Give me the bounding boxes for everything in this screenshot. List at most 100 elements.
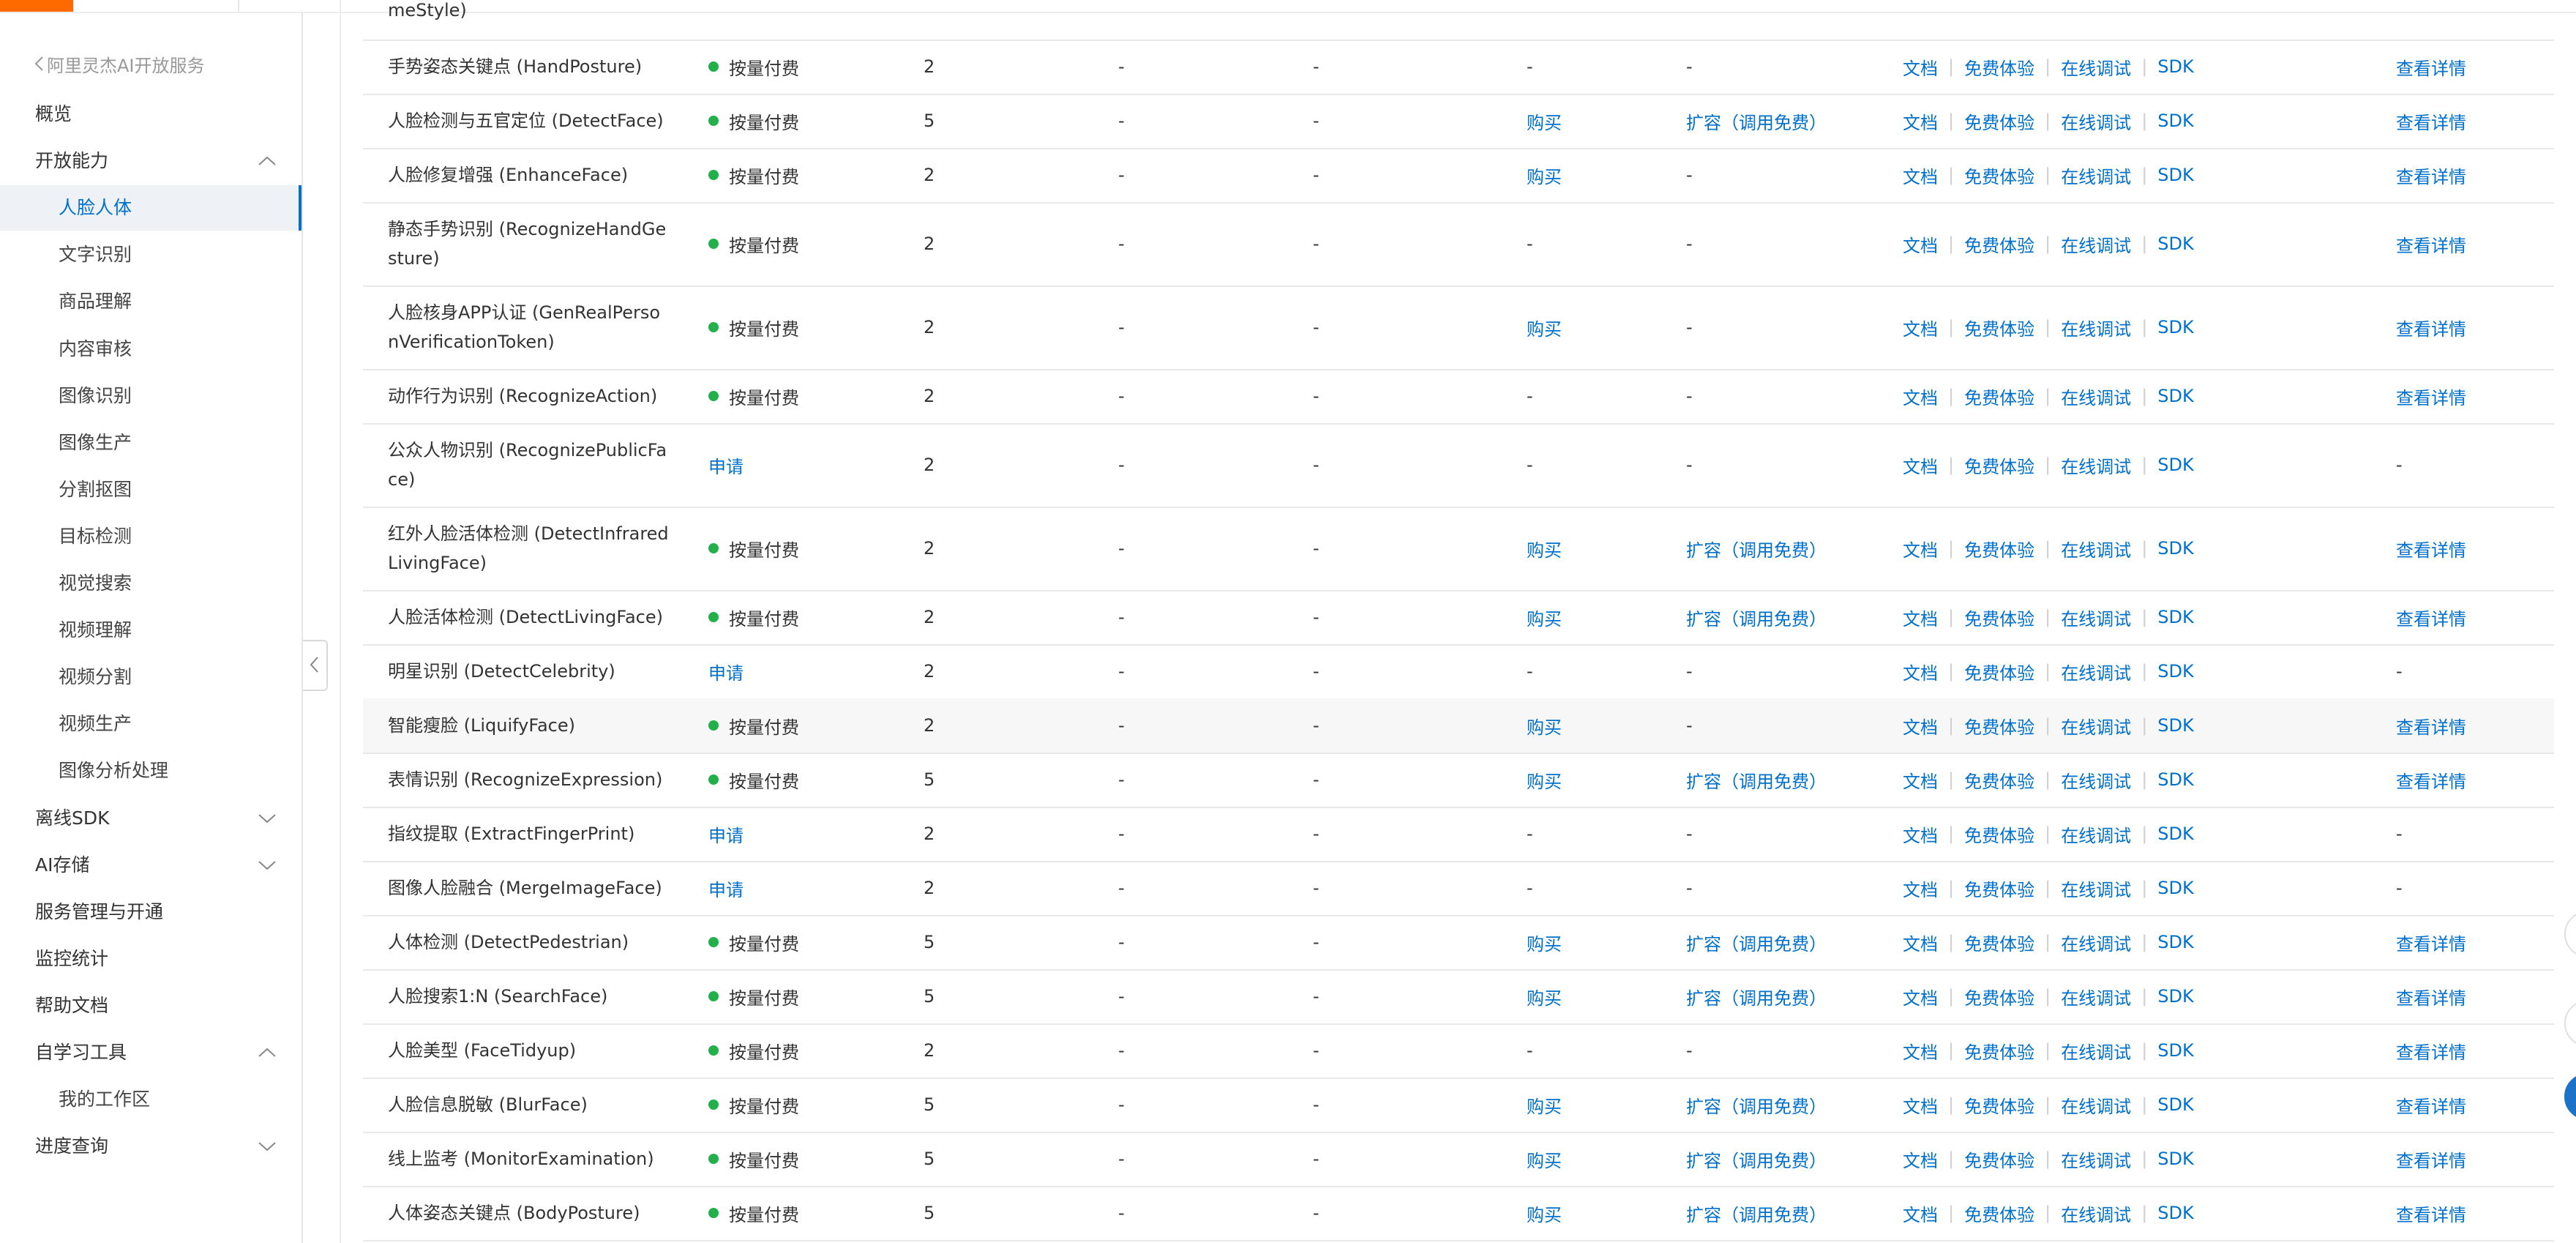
free-trial-link[interactable]: 免费体验 xyxy=(1964,163,2034,188)
sdk-link[interactable]: SDK xyxy=(2157,769,2193,790)
sidebar-item-14[interactable]: 图像分析处理 xyxy=(59,749,277,793)
doc-link[interactable]: 文档 xyxy=(1903,1146,1938,1172)
sdk-link[interactable]: SDK xyxy=(2157,111,2193,131)
view-detail-link[interactable]: 查看详情 xyxy=(2396,1092,2466,1118)
expand-link[interactable]: 扩容（调用免费） xyxy=(1686,930,1827,955)
apply-link[interactable]: 申请 xyxy=(708,659,744,684)
free-trial-link[interactable]: 免费体验 xyxy=(1964,821,2034,847)
status-cell[interactable]: 申请 xyxy=(708,861,855,915)
sdk-link[interactable]: SDK xyxy=(2157,1203,2193,1223)
doc-link[interactable]: 文档 xyxy=(1903,315,1938,340)
brand-logo[interactable] xyxy=(0,0,73,12)
doc-link[interactable]: 文档 xyxy=(1903,1092,1938,1118)
online-debug-link[interactable]: 在线调试 xyxy=(2061,163,2131,188)
sidebar-item-13[interactable]: 视频生产 xyxy=(59,702,277,746)
buy-link[interactable]: 购买 xyxy=(1527,605,1562,630)
view-detail-link[interactable]: 查看详情 xyxy=(2396,315,2466,340)
buy-link[interactable]: 购买 xyxy=(1527,930,1562,955)
sdk-link[interactable]: SDK xyxy=(2157,56,2193,77)
view-detail-link[interactable]: 查看详情 xyxy=(2396,384,2466,409)
float-help-button[interactable] xyxy=(2564,1073,2576,1120)
expand-link[interactable]: 扩容（调用免费） xyxy=(1686,1092,1827,1118)
expand-link[interactable]: 扩容（调用免费） xyxy=(1686,1146,1827,1172)
expand-link[interactable]: 扩容（调用免费） xyxy=(1686,1201,1827,1226)
online-debug-link[interactable]: 在线调试 xyxy=(2061,713,2131,739)
free-trial-link[interactable]: 免费体验 xyxy=(1964,384,2034,409)
free-trial-link[interactable]: 免费体验 xyxy=(1964,108,2034,134)
sdk-link[interactable]: SDK xyxy=(2157,824,2193,844)
sdk-link[interactable]: SDK xyxy=(2157,165,2193,185)
doc-link[interactable]: 文档 xyxy=(1903,713,1938,739)
view-detail-link[interactable]: 查看详情 xyxy=(2396,1146,2466,1172)
sidebar-item-11[interactable]: 视频理解 xyxy=(59,608,277,652)
back-link[interactable]: 阿里灵杰AI开放服务 xyxy=(34,51,205,77)
free-trial-link[interactable]: 免费体验 xyxy=(1964,1146,2034,1172)
free-trial-link[interactable]: 免费体验 xyxy=(1964,767,2034,793)
sidebar-item-4[interactable]: 商品理解 xyxy=(59,280,277,324)
sidebar-item-7[interactable]: 图像生产 xyxy=(59,421,277,465)
sdk-link[interactable]: SDK xyxy=(2157,317,2193,337)
sdk-link[interactable]: SDK xyxy=(2157,878,2193,898)
sidebar-item-18[interactable]: 监控统计 xyxy=(35,937,277,981)
sdk-link[interactable]: SDK xyxy=(2157,1040,2193,1061)
view-detail-link[interactable]: 查看详情 xyxy=(2396,108,2466,134)
sidebar-collapse-button[interactable] xyxy=(303,640,328,691)
online-debug-link[interactable]: 在线调试 xyxy=(2061,536,2131,561)
float-button-top[interactable] xyxy=(2564,911,2576,958)
doc-link[interactable]: 文档 xyxy=(1903,536,1938,561)
sdk-link[interactable]: SDK xyxy=(2157,1094,2193,1115)
free-trial-link[interactable]: 免费体验 xyxy=(1964,984,2034,1009)
doc-link[interactable]: 文档 xyxy=(1903,605,1938,630)
sdk-link[interactable]: SDK xyxy=(2157,607,2193,627)
doc-link[interactable]: 文档 xyxy=(1903,930,1938,955)
free-trial-link[interactable]: 免费体验 xyxy=(1964,930,2034,955)
sidebar-item-19[interactable]: 帮助文档 xyxy=(35,984,277,1028)
sidebar-item-6[interactable]: 图像识别 xyxy=(59,374,277,418)
online-debug-link[interactable]: 在线调试 xyxy=(2061,1201,2131,1226)
status-cell[interactable]: 申请 xyxy=(708,423,855,507)
sdk-link[interactable]: SDK xyxy=(2157,234,2193,254)
sdk-link[interactable]: SDK xyxy=(2157,661,2193,682)
buy-link[interactable]: 购买 xyxy=(1527,536,1562,561)
view-detail-link[interactable]: 查看详情 xyxy=(2396,163,2466,188)
online-debug-link[interactable]: 在线调试 xyxy=(2061,384,2131,409)
sidebar-item-16[interactable]: AI存储 xyxy=(35,843,277,887)
sdk-link[interactable]: SDK xyxy=(2157,986,2193,1007)
sdk-link[interactable]: SDK xyxy=(2157,715,2193,736)
sidebar-item-0[interactable]: 概览 xyxy=(35,92,277,136)
apply-link[interactable]: 申请 xyxy=(708,821,744,847)
sidebar-item-3[interactable]: 文字识别 xyxy=(59,233,277,277)
buy-link[interactable]: 购买 xyxy=(1527,315,1562,340)
online-debug-link[interactable]: 在线调试 xyxy=(2061,821,2131,847)
sidebar-item-15[interactable]: 离线SDK xyxy=(35,796,277,840)
online-debug-link[interactable]: 在线调试 xyxy=(2061,876,2131,901)
sdk-link[interactable]: SDK xyxy=(2157,538,2193,559)
free-trial-link[interactable]: 免费体验 xyxy=(1964,1038,2034,1064)
float-button-middle[interactable] xyxy=(2564,1000,2576,1047)
online-debug-link[interactable]: 在线调试 xyxy=(2061,984,2131,1009)
expand-link[interactable]: 扩容（调用免费） xyxy=(1686,767,1827,793)
doc-link[interactable]: 文档 xyxy=(1903,659,1938,684)
buy-link[interactable]: 购买 xyxy=(1527,108,1562,134)
view-detail-link[interactable]: 查看详情 xyxy=(2396,536,2466,561)
buy-link[interactable]: 购买 xyxy=(1527,984,1562,1009)
free-trial-link[interactable]: 免费体验 xyxy=(1964,536,2034,561)
sidebar-item-10[interactable]: 视觉搜索 xyxy=(59,561,277,605)
view-detail-link[interactable]: 查看详情 xyxy=(2396,984,2466,1009)
sidebar-item-5[interactable]: 内容审核 xyxy=(59,327,277,371)
free-trial-link[interactable]: 免费体验 xyxy=(1964,1092,2034,1118)
expand-link[interactable]: 扩容（调用免费） xyxy=(1686,605,1827,630)
doc-link[interactable]: 文档 xyxy=(1903,876,1938,901)
online-debug-link[interactable]: 在线调试 xyxy=(2061,930,2131,955)
status-cell[interactable]: 申请 xyxy=(708,807,855,861)
sidebar-item-8[interactable]: 分割抠图 xyxy=(59,468,277,512)
apply-link[interactable]: 申请 xyxy=(708,452,744,478)
sidebar-item-20[interactable]: 自学习工具 xyxy=(35,1031,277,1075)
expand-link[interactable]: 扩容（调用免费） xyxy=(1686,984,1827,1009)
free-trial-link[interactable]: 免费体验 xyxy=(1964,659,2034,684)
view-detail-link[interactable]: 查看详情 xyxy=(2396,231,2466,257)
free-trial-link[interactable]: 免费体验 xyxy=(1964,1201,2034,1226)
sdk-link[interactable]: SDK xyxy=(2157,1149,2193,1169)
sidebar-item-22[interactable]: 进度查询 xyxy=(35,1124,277,1168)
online-debug-link[interactable]: 在线调试 xyxy=(2061,1038,2131,1064)
